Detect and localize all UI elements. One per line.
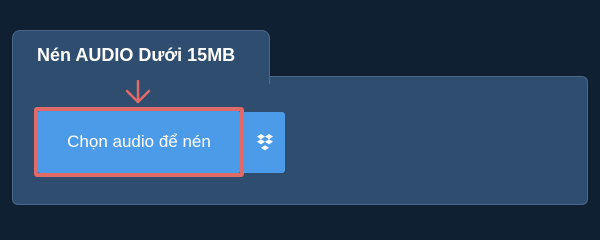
arrow-down-icon	[125, 80, 151, 104]
tab-seam	[13, 75, 269, 79]
panel-tab-title: Nén AUDIO Dưới 15MB	[37, 45, 236, 65]
dropbox-icon	[256, 134, 273, 151]
dropbox-button[interactable]	[244, 112, 285, 173]
choose-audio-button[interactable]: Chọn audio để nén	[38, 111, 240, 173]
